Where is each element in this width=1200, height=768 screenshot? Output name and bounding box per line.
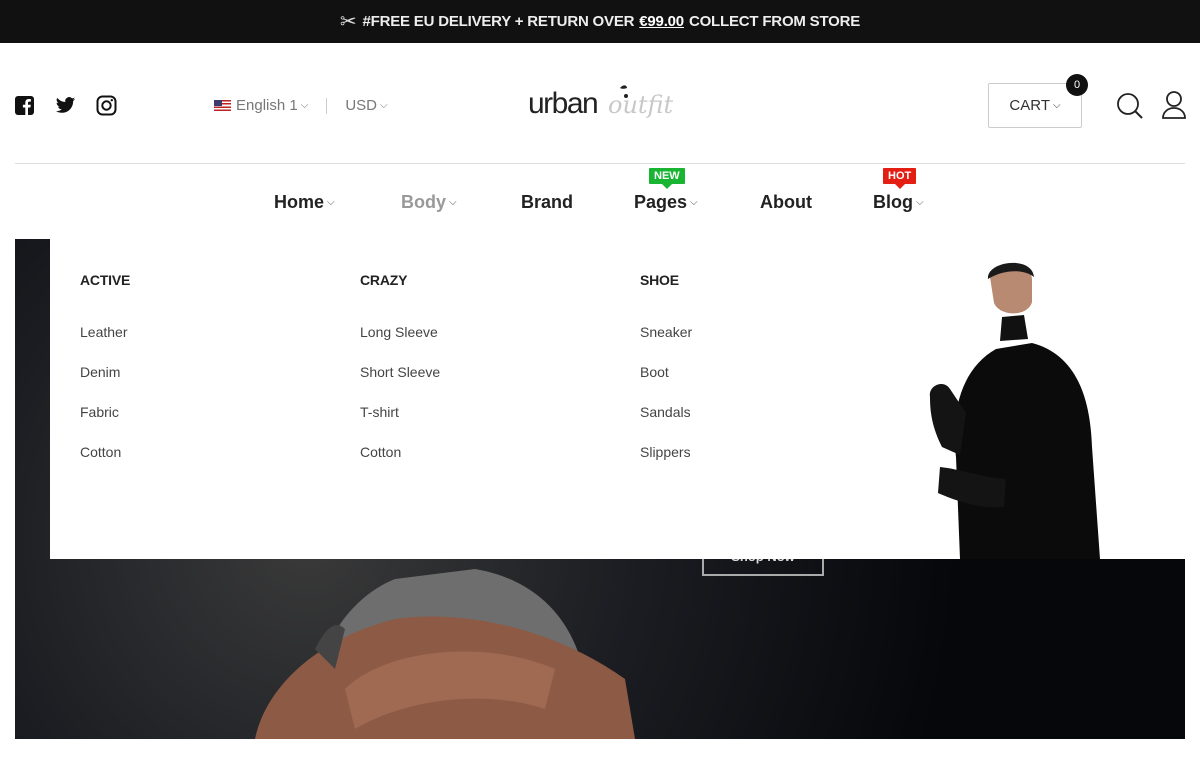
menu-link[interactable]: Denim	[80, 364, 130, 404]
currency-label: USD	[345, 97, 377, 114]
body-mega-menu: ACTIVE Leather Denim Fabric Cotton CRAZY…	[50, 239, 1185, 559]
menu-link[interactable]: Long Sleeve	[360, 324, 440, 364]
nav-label: Brand	[521, 192, 574, 212]
instagram-icon[interactable]	[96, 95, 117, 116]
new-badge: NEW	[649, 168, 685, 189]
menu-link[interactable]: Cotton	[360, 444, 440, 484]
social-links	[14, 95, 117, 116]
cart-count-badge: 0	[1066, 74, 1088, 96]
site-logo[interactable]: urban outfit	[528, 83, 674, 125]
menu-link[interactable]: T-shirt	[360, 404, 440, 444]
chevron-down-icon: ⌵	[379, 100, 388, 111]
cart-label: CART	[1009, 97, 1050, 114]
nav-label: Blog	[873, 192, 913, 212]
chevron-down-icon: ⌵	[916, 197, 924, 208]
chevron-down-icon: ⌵	[327, 197, 335, 208]
nav-label: Home	[274, 192, 325, 212]
hero-model-image	[255, 569, 635, 739]
chevron-down-icon: ⌵	[690, 197, 698, 208]
menu-link[interactable]: Slippers	[640, 444, 692, 484]
chevron-down-icon: ⌵	[300, 100, 309, 111]
mega-column-active: ACTIVE Leather Denim Fabric Cotton	[80, 272, 130, 484]
nav-label: About	[760, 192, 812, 212]
nav-item-pages[interactable]: Pages ⌵	[634, 192, 698, 213]
nav-item-about[interactable]: About	[760, 192, 812, 213]
menu-link[interactable]: Short Sleeve	[360, 364, 440, 404]
nav-item-body[interactable]: Body ⌵	[401, 192, 457, 213]
hot-badge: HOT	[883, 168, 917, 189]
language-select[interactable]: English 1 ⌵	[236, 97, 308, 114]
twitter-icon[interactable]	[55, 95, 76, 116]
language-label: English 1	[236, 97, 298, 114]
menu-link[interactable]: Cotton	[80, 444, 130, 484]
promo-model-image[interactable]	[920, 257, 1135, 559]
announcement-price-link[interactable]: €99.00	[639, 13, 684, 30]
nav-item-blog[interactable]: Blog ⌵	[873, 192, 924, 213]
announcement-text-after: COLLECT FROM STORE	[688, 13, 861, 30]
column-title: SHOE	[640, 272, 679, 288]
svg-text:urban: urban	[528, 87, 597, 120]
chevron-down-icon: ⌵	[449, 197, 457, 208]
nav-item-home[interactable]: Home ⌵	[274, 192, 335, 213]
facebook-icon[interactable]	[14, 95, 35, 116]
locale-selectors: English 1 ⌵ USD ⌵	[214, 97, 388, 114]
menu-link[interactable]: Sneaker	[640, 324, 692, 364]
divider	[326, 97, 328, 114]
announcement-text-before: #FREE EU DELIVERY + RETURN OVER	[362, 13, 635, 30]
column-title: CRAZY	[360, 272, 408, 288]
menu-link[interactable]: Fabric	[80, 404, 130, 444]
menu-link[interactable]: Boot	[640, 364, 692, 404]
svg-text:outfit: outfit	[608, 91, 673, 119]
announcement-bar: ✂ #FREE EU DELIVERY + RETURN OVER €99.00…	[0, 0, 1200, 43]
search-icon[interactable]	[1116, 92, 1144, 120]
site-header: English 1 ⌵ USD ⌵ urban outfit CART ⌵ 0	[0, 43, 1200, 163]
nav-label: Body	[401, 192, 446, 212]
main-nav: Home ⌵ Body ⌵ Brand NEW Pages ⌵ About HOT B…	[0, 164, 1200, 239]
scissors-icon: ✂	[339, 11, 357, 33]
chevron-down-icon: ⌵	[1052, 100, 1061, 111]
nav-label: Pages	[634, 192, 688, 212]
nav-item-brand[interactable]: Brand	[521, 192, 573, 213]
us-flag-icon	[214, 100, 231, 111]
column-title: ACTIVE	[80, 272, 131, 288]
user-account-icon[interactable]	[1160, 90, 1188, 120]
menu-link[interactable]: Sandals	[640, 404, 692, 444]
currency-select[interactable]: USD ⌵	[345, 97, 387, 114]
mega-column-shoe: SHOE Sneaker Boot Sandals Slippers	[640, 272, 692, 484]
mega-column-crazy: CRAZY Long Sleeve Short Sleeve T-shirt C…	[360, 272, 440, 484]
menu-link[interactable]: Leather	[80, 324, 130, 364]
